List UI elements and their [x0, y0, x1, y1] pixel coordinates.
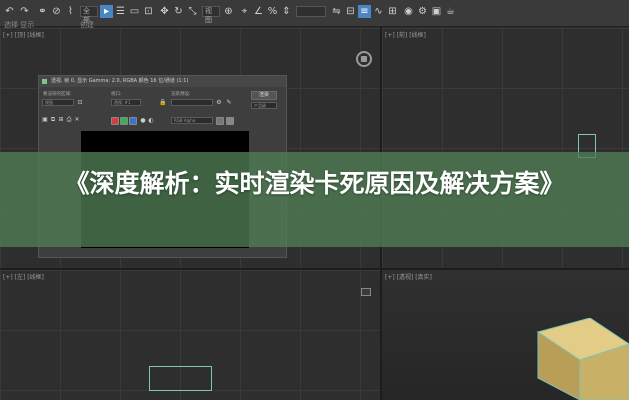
box-object[interactable]	[520, 318, 629, 400]
output-dropdown[interactable]: 产品级	[251, 102, 277, 109]
preset-label: 渲染预设:	[171, 92, 191, 97]
banner-title: 《深度解析：实时渲染卡死原因及解决方案》	[64, 169, 565, 198]
blue-channel-icon[interactable]	[129, 117, 137, 125]
viewport-top-label[interactable]: [+] [顶] [线框]	[3, 30, 44, 39]
align-icon[interactable]: ⊟	[344, 5, 357, 18]
red-channel-icon[interactable]	[111, 117, 119, 125]
green-channel-icon[interactable]	[120, 117, 128, 125]
render-icon[interactable]: ☕	[444, 5, 457, 18]
channel-display-dropdown[interactable]: RGB Alpha	[171, 117, 213, 124]
bind-icon[interactable]: ⌇	[64, 5, 77, 18]
render-window-title: 透视, 帧 0, 显示 Gamma: 2.0, RGBA 颜色 16 位/通道 …	[51, 78, 189, 84]
render-toolbar-row: ▣ ⧉ ⊞ ⎙ ✕ ● ◐ RGB Alpha	[39, 116, 286, 128]
window-crossing-icon[interactable]: ⊡	[142, 5, 155, 18]
layer-icon[interactable]: ≡	[358, 5, 371, 18]
curve-editor-icon[interactable]: ∿	[372, 5, 385, 18]
viewcube-icon[interactable]	[356, 51, 372, 67]
viewcube-icon[interactable]	[361, 288, 371, 296]
preset-dropdown[interactable]	[171, 99, 213, 106]
save-image-icon[interactable]: ▣	[42, 117, 48, 123]
viewport-label: 视口:	[111, 92, 122, 97]
unlink-icon[interactable]: ⊘	[50, 5, 63, 18]
app-logo-icon	[42, 79, 47, 84]
material-editor-icon[interactable]: ◉	[402, 5, 415, 18]
toolbar-secondary-row: 选择 显示 创建	[0, 20, 629, 29]
toggle-ui-icon[interactable]	[226, 117, 234, 125]
swatch-icon[interactable]	[216, 117, 224, 125]
area-dropdown[interactable]: 视图	[42, 99, 74, 106]
select-icon[interactable]: ▸	[100, 5, 113, 18]
alpha-channel-icon[interactable]: ●	[140, 118, 146, 124]
rendered-frame-icon[interactable]: ▣	[430, 5, 443, 18]
rect-select-icon[interactable]: ▭	[128, 5, 141, 18]
pivot-icon[interactable]: ⊕	[222, 5, 235, 18]
move-icon[interactable]: ✥	[158, 5, 171, 18]
redo-icon[interactable]: ↷	[18, 5, 31, 18]
copy-image-icon[interactable]: ⧉	[50, 117, 56, 123]
angle-snap-icon[interactable]: ∠	[252, 5, 265, 18]
area-label: 要渲染的区域:	[43, 92, 72, 97]
wireframe-object[interactable]	[149, 366, 212, 391]
clear-icon[interactable]: ✕	[74, 117, 80, 123]
rotate-icon[interactable]: ↻	[172, 5, 185, 18]
render-setup-icon[interactable]: ⚙	[216, 100, 222, 106]
monochrome-icon[interactable]: ◐	[148, 118, 154, 124]
edit-region-icon[interactable]: ⊡	[77, 100, 83, 106]
scale-icon[interactable]: ⤡	[186, 5, 199, 18]
lock-icon[interactable]: 🔒	[159, 100, 166, 106]
viewport-left[interactable]: [+] [左] [线框]	[0, 270, 380, 400]
selection-filter-dropdown[interactable]: 全部	[80, 6, 98, 24]
select-by-name-icon[interactable]: ☰	[114, 5, 127, 18]
viewport-left-label[interactable]: [+] [左] [线框]	[3, 272, 44, 281]
clone-window-icon[interactable]: ⊞	[58, 117, 64, 123]
link-icon[interactable]: ⚭	[36, 5, 49, 18]
mirror-icon[interactable]: ⇋	[330, 5, 343, 18]
print-icon[interactable]: ⎙	[66, 117, 72, 123]
render-window-titlebar[interactable]: 透视, 帧 0, 显示 Gamma: 2.0, RGBA 颜色 16 位/通道 …	[39, 76, 286, 87]
undo-icon[interactable]: ↶	[3, 5, 16, 18]
render-setup-icon[interactable]: ⚙	[416, 5, 429, 18]
percent-snap-icon[interactable]: %	[266, 5, 279, 18]
snap-icon[interactable]: ⌖	[238, 5, 251, 18]
environment-icon[interactable]: ✎	[226, 100, 232, 106]
spinner-snap-icon[interactable]: ⇕	[280, 5, 293, 18]
viewport-front-label[interactable]: [+] [前] [线框]	[385, 30, 426, 39]
viewport-perspective-label[interactable]: [+] [透视] [真实]	[385, 272, 432, 281]
main-toolbar: ↶ ↷ ⚭ ⊘ ⌇ 全部 ▸ ☰ ▭ ⊡ ✥ ↻ ⤡ 视图 ⊕ ⌖ ∠ % ⇕ …	[0, 0, 629, 29]
schematic-icon[interactable]: ⊞	[386, 5, 399, 18]
coord-system-dropdown[interactable]: 视图	[202, 6, 220, 24]
render-button[interactable]: 渲染	[251, 91, 277, 100]
render-options-controls: 视图 ⊡ 透视, #1 🔒 ⚙ ✎ 渲染 产品级	[39, 91, 286, 111]
viewport-divider[interactable]	[0, 268, 629, 270]
title-banner: 《深度解析：实时渲染卡死原因及解决方案》	[0, 152, 629, 247]
named-selection-dropdown[interactable]	[296, 6, 326, 17]
viewport-dropdown[interactable]: 透视, #1	[111, 99, 141, 106]
